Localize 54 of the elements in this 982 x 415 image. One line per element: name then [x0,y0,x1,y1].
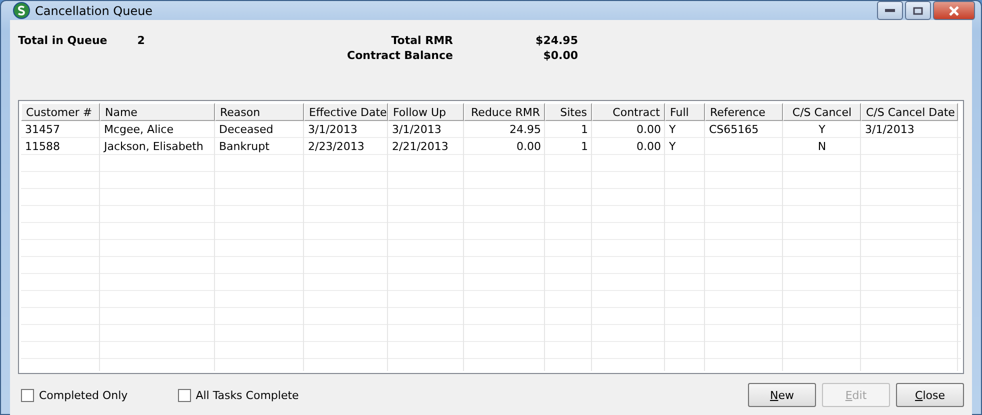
total-value: $0.00 [542,49,578,62]
table-cell: Mcgee, Alice [104,122,174,136]
action-button[interactable]: New [748,383,816,407]
table-cell: 3/1/2013 [865,122,914,136]
minimize-icon [885,8,895,12]
total-label: Contract Balance [346,49,453,62]
table-cell: 11588 [25,140,60,152]
table-cell: 3/1/2013 [392,122,442,136]
column-header[interactable]: Contract [592,103,665,121]
checkbox-label: All Tasks Complete [196,388,299,402]
close-icon [948,6,960,16]
column-header[interactable]: Reduce RMR [464,103,545,121]
total-label: Total RMR [390,34,453,47]
checkbox-label: Completed Only [39,388,128,402]
table-cell: Jackson, Elisabeth [104,140,204,152]
total-in-queue-label: Total in Queue [18,34,108,47]
table-cell: Deceased [219,122,274,136]
table-cell: N [818,140,826,152]
table-cell: 2/23/2013 [308,140,364,152]
table-cell: Y [669,140,676,152]
close-window-button[interactable] [933,1,975,20]
table-cell: CS65165 [709,122,759,136]
column-header[interactable]: Reason [215,103,304,121]
table-cell: Bankrupt [219,140,270,152]
table-cell: Y [818,122,826,136]
checkbox[interactable] [21,388,34,402]
column-header[interactable]: Follow Up [388,103,464,121]
minimize-button[interactable] [877,1,903,20]
table-cell: 2/21/2013 [392,140,448,152]
table-cell: 0.00 [636,140,661,152]
app-logo-icon [13,2,30,19]
column-header[interactable]: C/S Cancel [783,103,861,121]
column-header[interactable]: Customer # [21,103,100,121]
total-value: $24.95 [534,34,578,47]
table-cell: 31457 [25,122,60,136]
table-cell: 1 [581,122,588,136]
maximize-icon [913,6,923,14]
table-cell: 24.95 [510,122,541,136]
action-button[interactable]: Close [896,383,964,407]
column-header[interactable]: Effective Date [304,103,388,121]
table-cell: Y [669,122,676,136]
table-cell: 3/1/2013 [308,122,358,136]
column-header[interactable]: Full [665,103,705,121]
maximize-button[interactable] [905,1,931,20]
table-cell: 0.00 [636,122,661,136]
checkbox[interactable] [178,388,191,402]
column-header[interactable]: Name [100,103,215,121]
table-cell: 1 [581,140,588,152]
table-cell: 0.00 [516,140,541,152]
column-header[interactable]: C/S Cancel Date [861,103,958,121]
column-header[interactable]: Reference [705,103,783,121]
total-in-queue-value: 2 [137,34,145,47]
window-title: Cancellation Queue [35,4,154,18]
column-header[interactable]: Sites [545,103,592,121]
